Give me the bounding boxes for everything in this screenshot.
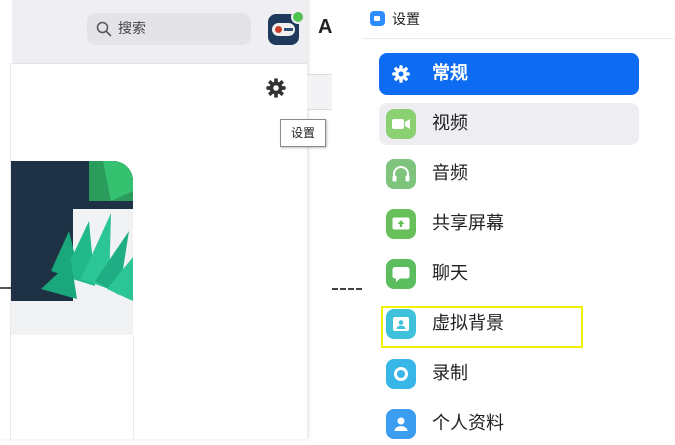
search-box[interactable] <box>87 13 251 45</box>
nav-item-general[interactable]: 常规 <box>379 53 639 95</box>
settings-title-bar: 设置 <box>362 0 675 39</box>
online-status-badge <box>291 10 305 24</box>
gear-icon <box>266 78 286 98</box>
settings-tooltip: 设置 <box>280 119 326 147</box>
nav-label: 音频 <box>432 163 468 184</box>
nav-item-share-screen[interactable]: 共享屏幕 <box>379 203 639 245</box>
main-window-crop <box>0 0 307 439</box>
search-icon <box>96 21 112 37</box>
partial-title-letter: A <box>318 16 333 38</box>
gear-icon <box>386 59 416 89</box>
nav-item-chat[interactable]: 聊天 <box>379 253 639 295</box>
record-icon <box>386 359 416 389</box>
share-screen-icon <box>386 209 416 239</box>
video-camera-icon <box>386 109 416 139</box>
avatar-logo <box>272 23 295 36</box>
dashed-connector <box>332 288 362 292</box>
dashed-connector <box>0 287 11 291</box>
partial-bar <box>307 74 332 110</box>
highlight-annotation-box <box>381 306 583 348</box>
plant-illustration <box>11 161 133 335</box>
card-frame <box>0 335 134 439</box>
search-input[interactable] <box>118 21 228 37</box>
headphones-icon <box>386 159 416 189</box>
nav-label: 共享屏幕 <box>432 213 504 234</box>
profile-icon <box>386 409 416 439</box>
window-title: 设置 <box>392 12 420 28</box>
settings-gear-button[interactable] <box>262 74 290 102</box>
nav-label: 聊天 <box>432 263 468 284</box>
nav-label: 视频 <box>432 113 468 134</box>
chat-bubble-icon <box>386 259 416 289</box>
nav-label: 常规 <box>432 63 468 84</box>
top-bar <box>12 0 307 64</box>
settings-window: 设置 常规 视频 音频 共享屏幕 聊天 虚拟背景 录制 个人资料 <box>362 0 675 439</box>
nav-item-video[interactable]: 视频 <box>379 103 639 145</box>
nav-item-record[interactable]: 录制 <box>379 353 639 395</box>
nav-label: 录制 <box>432 363 468 384</box>
zoom-app-icon <box>370 11 385 26</box>
nav-item-audio[interactable]: 音频 <box>379 153 639 195</box>
